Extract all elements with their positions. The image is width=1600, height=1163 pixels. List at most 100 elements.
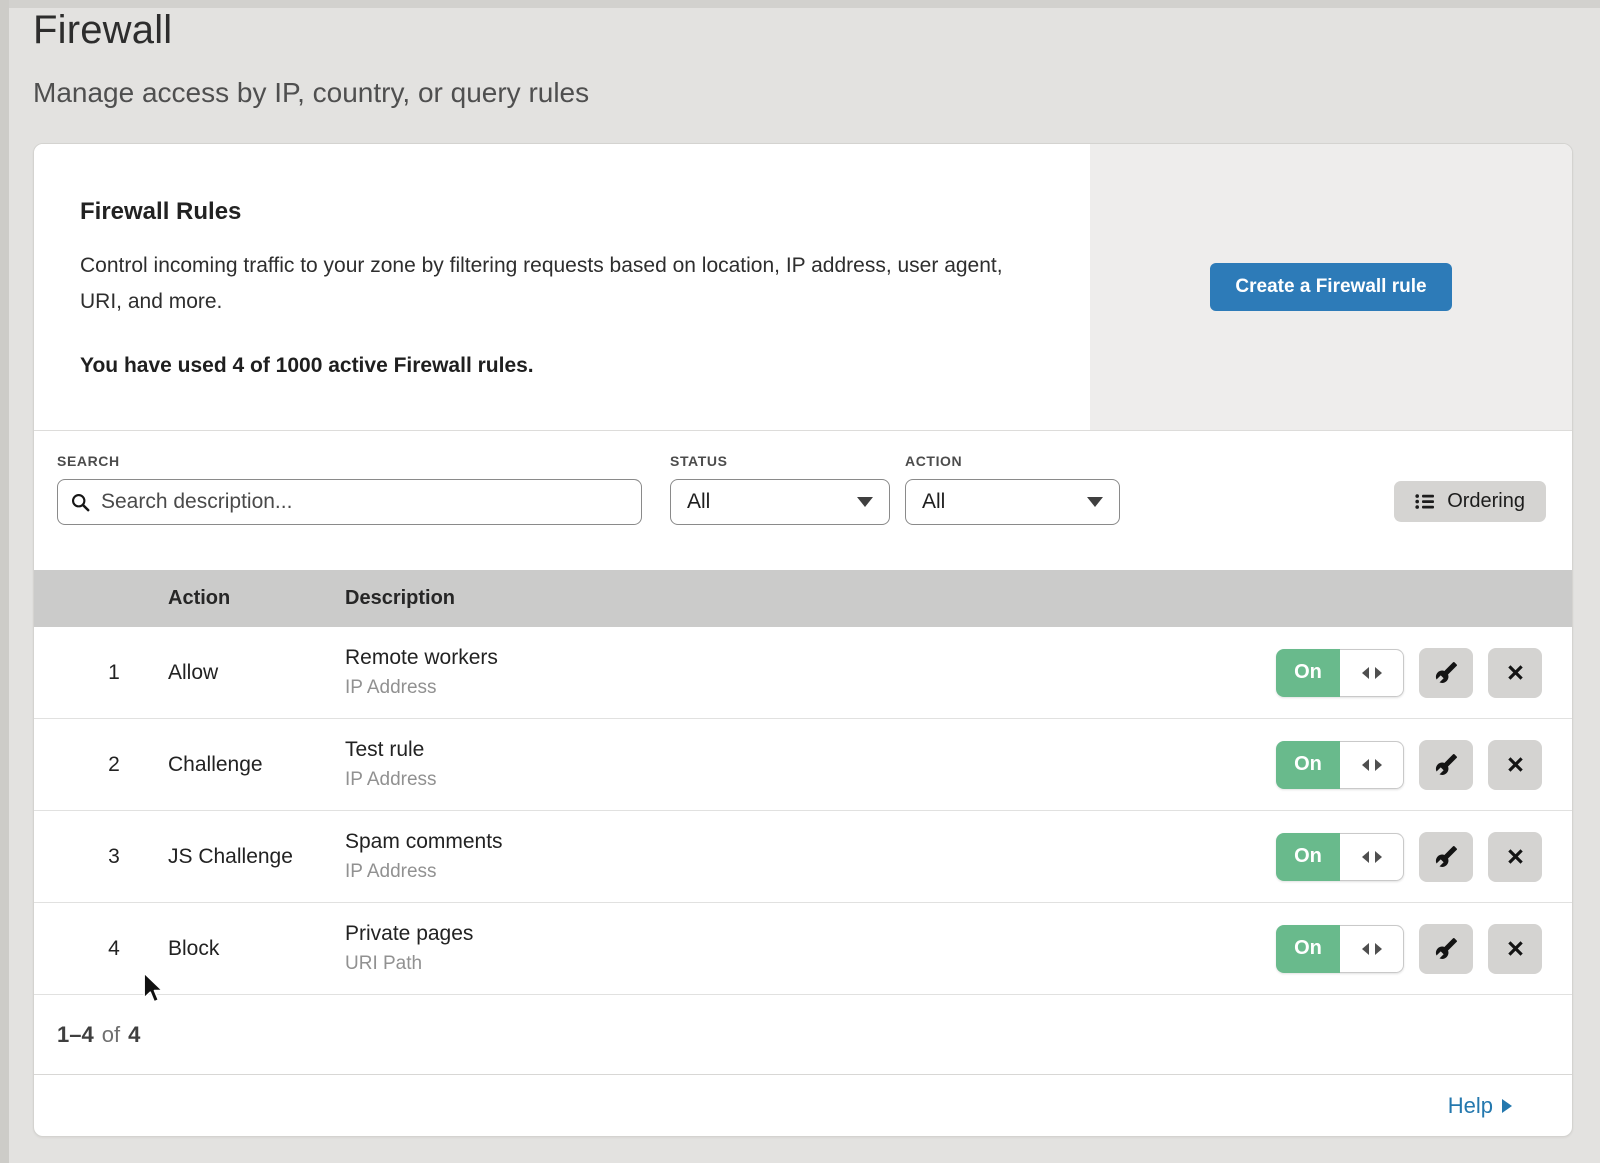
rule-action: Allow — [168, 661, 345, 685]
pagination-of-word: of — [102, 1022, 120, 1048]
page-subtitle: Manage access by IP, country, or query r… — [33, 77, 589, 109]
delete-rule-button[interactable] — [1488, 740, 1542, 790]
delete-rule-button[interactable] — [1488, 832, 1542, 882]
rule-description: Test rule — [345, 738, 1276, 762]
table-header: Action Description — [34, 570, 1572, 627]
rule-description: Remote workers — [345, 646, 1276, 670]
toggle-on-state[interactable]: On — [1276, 925, 1340, 973]
pagination-bar: 1–4 of 4 — [34, 995, 1572, 1075]
window-edge-left — [0, 0, 9, 1163]
rule-enabled-toggle[interactable]: On — [1276, 833, 1404, 881]
status-label: STATUS — [670, 453, 890, 469]
rule-description: Spam comments — [345, 830, 1276, 854]
rule-match-type: IP Address — [345, 861, 1276, 883]
table-body: 1 Allow Remote workers IP Address On — [34, 627, 1572, 995]
wrench-icon — [1435, 753, 1458, 776]
toggle-handle[interactable] — [1340, 925, 1404, 973]
rule-match-type: URI Path — [345, 953, 1276, 975]
overview-usage-text: You have used 4 of 1000 active Firewall … — [80, 354, 1040, 378]
table-row: 3 JS Challenge Spam comments IP Address … — [34, 811, 1572, 903]
rule-priority: 4 — [34, 937, 168, 961]
toggle-on-state[interactable]: On — [1276, 741, 1340, 789]
search-field-group: SEARCH — [57, 453, 642, 525]
rule-controls: On — [1276, 648, 1572, 698]
pagination-range: 1–4 — [57, 1022, 94, 1048]
overview-heading: Firewall Rules — [80, 198, 1040, 226]
delete-rule-button[interactable] — [1488, 924, 1542, 974]
table-row: 1 Allow Remote workers IP Address On — [34, 627, 1572, 719]
rule-enabled-toggle[interactable]: On — [1276, 649, 1404, 697]
pagination-total: 4 — [128, 1022, 140, 1048]
rule-description-cell: Remote workers IP Address — [345, 646, 1276, 699]
rule-match-type: IP Address — [345, 769, 1276, 791]
toggle-handle[interactable] — [1340, 649, 1404, 697]
help-link[interactable]: Help — [1448, 1093, 1512, 1119]
rule-controls: On — [1276, 740, 1572, 790]
close-icon — [1505, 938, 1526, 959]
delete-rule-button[interactable] — [1488, 648, 1542, 698]
help-bar: Help — [34, 1075, 1572, 1136]
close-icon — [1505, 662, 1526, 683]
list-ordering-icon — [1415, 493, 1436, 510]
create-firewall-rule-button[interactable]: Create a Firewall rule — [1210, 263, 1451, 311]
rule-description-cell: Test rule IP Address — [345, 738, 1276, 791]
action-label: ACTION — [905, 453, 1120, 469]
arrow-right-icon — [1502, 1099, 1512, 1113]
close-icon — [1505, 754, 1526, 775]
ordering-button-label: Ordering — [1447, 490, 1525, 513]
table-row: 4 Block Private pages URI Path On — [34, 903, 1572, 995]
ordering-button[interactable]: Ordering — [1394, 481, 1546, 522]
action-field-group: ACTION All — [905, 453, 1120, 525]
rule-priority: 3 — [34, 845, 168, 869]
toggle-handle[interactable] — [1340, 741, 1404, 789]
rule-priority: 2 — [34, 753, 168, 777]
action-selected-value: All — [922, 490, 945, 514]
rule-description: Private pages — [345, 922, 1276, 946]
toggle-arrows-icon — [1360, 758, 1384, 772]
page-header: Firewall Manage access by IP, country, o… — [33, 8, 589, 109]
rule-action: Challenge — [168, 753, 345, 777]
overview-action-panel: Create a Firewall rule — [1090, 144, 1572, 430]
edit-rule-button[interactable] — [1419, 648, 1473, 698]
toggle-on-state[interactable]: On — [1276, 833, 1340, 881]
window-edge-top — [0, 0, 1600, 8]
chevron-down-icon — [1087, 497, 1103, 507]
help-link-label: Help — [1448, 1093, 1493, 1119]
description-column-header: Description — [345, 587, 1572, 610]
toggle-arrows-icon — [1360, 850, 1384, 864]
toggle-on-state[interactable]: On — [1276, 649, 1340, 697]
rule-description-cell: Private pages URI Path — [345, 922, 1276, 975]
rule-match-type: IP Address — [345, 677, 1276, 699]
search-input[interactable] — [99, 489, 629, 515]
rule-enabled-toggle[interactable]: On — [1276, 741, 1404, 789]
status-field-group: STATUS All — [670, 453, 890, 525]
toggle-arrows-icon — [1360, 942, 1384, 956]
wrench-icon — [1435, 937, 1458, 960]
table-row: 2 Challenge Test rule IP Address On — [34, 719, 1572, 811]
edit-rule-button[interactable] — [1419, 740, 1473, 790]
toggle-handle[interactable] — [1340, 833, 1404, 881]
page-title: Firewall — [33, 8, 589, 53]
action-select[interactable]: All — [905, 479, 1120, 525]
wrench-icon — [1435, 845, 1458, 868]
edit-rule-button[interactable] — [1419, 924, 1473, 974]
firewall-page: { "page": { "title": "Firewall", "subtit… — [0, 0, 1600, 1163]
action-column-header: Action — [168, 587, 345, 610]
status-select[interactable]: All — [670, 479, 890, 525]
rule-controls: On — [1276, 832, 1572, 882]
search-label: SEARCH — [57, 453, 642, 469]
firewall-rules-card: Firewall Rules Control incoming traffic … — [33, 143, 1573, 1137]
search-box[interactable] — [57, 479, 642, 525]
edit-rule-button[interactable] — [1419, 832, 1473, 882]
toggle-arrows-icon — [1360, 666, 1384, 680]
close-icon — [1505, 846, 1526, 867]
overview-text-panel: Firewall Rules Control incoming traffic … — [34, 144, 1090, 430]
search-icon — [70, 492, 91, 513]
rule-priority: 1 — [34, 661, 168, 685]
rule-controls: On — [1276, 924, 1572, 974]
chevron-down-icon — [857, 497, 873, 507]
rule-enabled-toggle[interactable]: On — [1276, 925, 1404, 973]
rule-action: JS Challenge — [168, 845, 345, 869]
rule-description-cell: Spam comments IP Address — [345, 830, 1276, 883]
overview-section: Firewall Rules Control incoming traffic … — [34, 144, 1572, 431]
